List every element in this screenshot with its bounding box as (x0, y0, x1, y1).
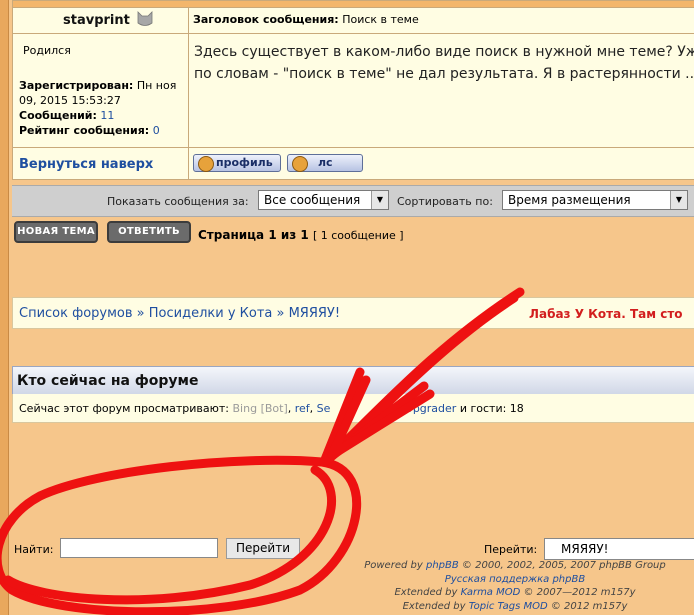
sort-bar: Показать сообщения за: Все сообщения ▼ С… (12, 185, 694, 217)
offline-cat-icon (137, 11, 153, 26)
post-header-divider (13, 33, 694, 34)
post-body: Здесь существует в каком-либо виде поиск… (194, 41, 694, 85)
guests-count: 18 (509, 402, 524, 415)
breadcrumb-category[interactable]: Посиделки у Кота (149, 306, 273, 321)
online-title: Кто сейчас на форуме (17, 373, 199, 389)
phpbb-link[interactable]: phpBB (426, 560, 459, 571)
left-border (0, 0, 9, 615)
reply-button[interactable]: ОТВЕТИТЬ (107, 221, 191, 243)
profile-button[interactable]: профиль (193, 154, 281, 172)
credits: Powered by phpBB © 2000, 2002, 2005, 200… (340, 559, 690, 613)
post-author-name[interactable]: stavprint (63, 13, 130, 28)
author-born: Родился (23, 44, 71, 57)
chevron-down-icon: ▼ (371, 191, 388, 209)
credit-text: © 2012 m157y (550, 600, 628, 612)
page-text: Страница 1 из 1 (198, 228, 309, 242)
rating-value[interactable]: 0 (153, 124, 160, 137)
show-messages-label: Показать сообщения за: (107, 195, 249, 208)
sort-by-value: Время размещения (508, 193, 631, 207)
post-subject-value: Поиск в теме (342, 13, 419, 26)
karma-mod-link[interactable]: Karma MOD (461, 587, 521, 598)
topic-tags-mod-link[interactable]: Topic Tags MOD (469, 601, 548, 612)
registered-label: Зарегистрирован: (19, 79, 134, 92)
online-body: Сейчас этот форум просматривают: Bing [B… (12, 394, 694, 423)
show-messages-select[interactable]: Все сообщения ▼ (258, 190, 389, 210)
sort-by-select[interactable]: Время размещения ▼ (502, 190, 688, 210)
find-label: Найти: (14, 543, 54, 556)
rating-label[interactable]: Рейтинг сообщения: (19, 124, 149, 137)
jump-label: Перейти: (484, 543, 538, 556)
breadcrumb-panel: Список форумов » Посиделки у Кота » МЯЯЯ… (12, 297, 694, 329)
sort-by-label: Сортировать по: (397, 195, 493, 208)
online-user[interactable]: nk (384, 402, 397, 415)
online-user[interactable]: ref (295, 402, 310, 415)
online-users: Сейчас этот форум просматривают: Bing [B… (19, 402, 524, 415)
breadcrumb-separator: » (272, 306, 289, 321)
guests-label: и гости: (459, 402, 507, 415)
post-subject-label: Заголовок сообщения: (193, 13, 339, 26)
find-go-button[interactable]: Перейти (226, 538, 300, 559)
online-prefix: Сейчас этот форум просматривают: (19, 402, 230, 415)
messages-label: Сообщений: (19, 109, 97, 122)
post-subject: Заголовок сообщения: Поиск в теме (193, 13, 419, 26)
jump-select[interactable]: МЯЯЯУ! (544, 538, 694, 560)
chevron-down-icon: ▼ (670, 191, 687, 209)
ad-link[interactable]: Лабаз У Кота. Там сто (529, 307, 683, 321)
back-to-top-link[interactable]: Вернуться наверх (19, 157, 153, 172)
credit-text: © 2000, 2002, 2005, 2007 phpBB Group (461, 560, 666, 571)
post-body-line: Здесь существует в каком-либо виде поиск… (194, 44, 694, 60)
credit-text: Extended by (394, 587, 458, 598)
post-top-border (13, 1, 694, 8)
credit-text: Powered by (364, 560, 423, 571)
pm-button-label: лс (318, 156, 333, 169)
breadcrumb-forum[interactable]: МЯЯЯУ! (289, 306, 340, 321)
post-container: stavprint Заголовок сообщения: Поиск в т… (12, 0, 694, 180)
online-user[interactable]: Se (317, 402, 331, 415)
credit-text: © 2007—2012 m157y (523, 587, 636, 598)
online-user[interactable]: Upgrader (405, 402, 457, 415)
pagination-info: Страница 1 из 1 [ 1 сообщение ] (198, 228, 404, 242)
show-messages-value: Все сообщения (264, 193, 361, 207)
breadcrumb-forums[interactable]: Список форумов (19, 306, 133, 321)
breadcrumb-separator: » (132, 306, 149, 321)
online-header: Кто сейчас на форуме (12, 366, 694, 396)
private-message-button[interactable]: лс (287, 154, 363, 172)
pm-icon (292, 156, 308, 172)
annotation-circle (0, 455, 362, 615)
online-user-bot: Bing [Bot] (232, 402, 288, 415)
find-input[interactable] (60, 538, 218, 558)
credit-text: Extended by (402, 600, 466, 612)
post-footer-divider (13, 147, 694, 148)
post-count: [ 1 сообщение ] (312, 229, 404, 242)
new-topic-button[interactable]: НОВАЯ ТЕМА (14, 221, 98, 243)
messages-value[interactable]: 11 (100, 109, 114, 122)
russian-support-link[interactable]: Русская поддержка phpBB (445, 574, 585, 585)
profile-button-label: профиль (216, 156, 273, 169)
author-details: Зарегистрирован: Пн ноя 09, 2015 15:53:2… (19, 78, 184, 138)
post-body-line: по словам - "поиск в теме" не дал резуль… (194, 66, 694, 82)
annotation-circle (3, 465, 336, 605)
user-icon (198, 156, 214, 172)
breadcrumb: Список форумов » Посиделки у Кота » МЯЯЯ… (19, 306, 340, 321)
